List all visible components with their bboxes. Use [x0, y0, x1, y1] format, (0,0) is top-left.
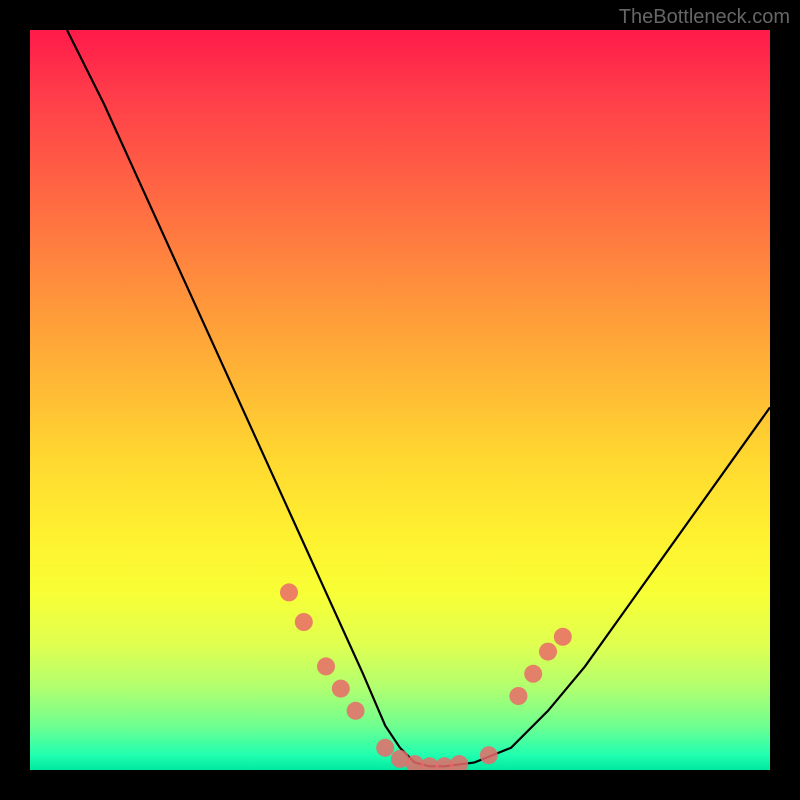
chart-markers	[280, 583, 572, 770]
data-marker	[450, 755, 468, 770]
data-marker	[317, 657, 335, 675]
data-marker	[524, 665, 542, 683]
data-marker	[332, 680, 350, 698]
data-marker	[539, 643, 557, 661]
data-marker	[480, 746, 498, 764]
data-marker	[509, 687, 527, 705]
bottleneck-curve	[67, 30, 770, 766]
chart-overlay	[30, 30, 770, 770]
data-marker	[376, 739, 394, 757]
attribution-text: TheBottleneck.com	[619, 6, 790, 29]
data-marker	[347, 702, 365, 720]
data-marker	[295, 613, 313, 631]
data-marker	[554, 628, 572, 646]
data-marker	[280, 583, 298, 601]
